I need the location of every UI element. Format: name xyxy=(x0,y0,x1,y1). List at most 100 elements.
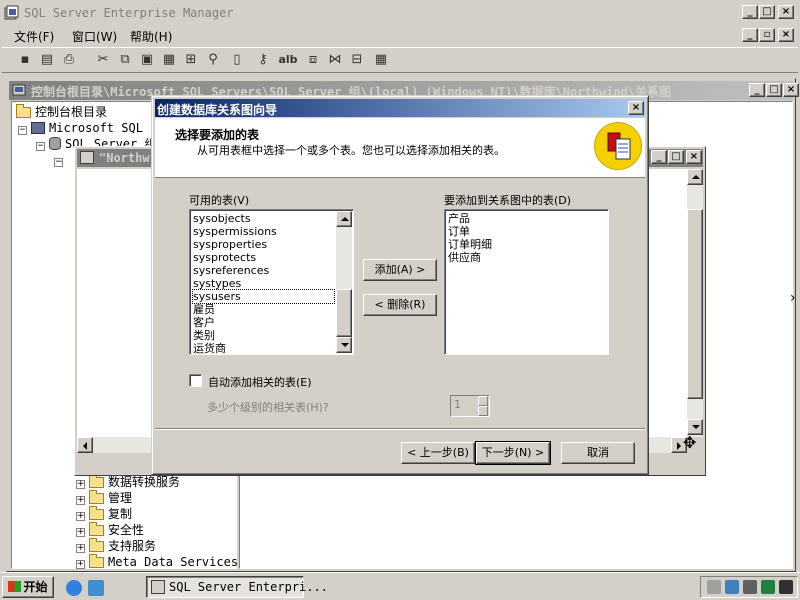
scroll-thumb[interactable] xyxy=(336,289,352,337)
tree-item-security[interactable]: + 安全性 xyxy=(76,522,144,538)
available-tables-label: 可用的表(V) xyxy=(189,194,250,207)
scroll-up-button[interactable] xyxy=(687,169,703,185)
sql-agent-tray-icon[interactable] xyxy=(707,580,721,594)
print-icon[interactable]: ⎙ xyxy=(60,52,78,68)
script-icon[interactable]: ▯ xyxy=(228,52,246,68)
tree-item-dts[interactable]: + 数据转换服务 xyxy=(76,474,180,490)
tree-item-label: 安全性 xyxy=(108,523,145,537)
list-item[interactable]: sysreferences xyxy=(193,264,269,277)
label-icon[interactable]: alb xyxy=(276,52,300,68)
expand-icon[interactable]: + xyxy=(76,480,85,489)
console-maximize-button[interactable]: □ xyxy=(766,83,782,97)
collapse-icon[interactable]: − xyxy=(54,158,63,167)
collapse-icon[interactable]: − xyxy=(18,126,27,135)
diagram-vertical-scrollbar[interactable] xyxy=(687,169,703,437)
tree-item-label: 支持服务 xyxy=(108,539,157,553)
outlook-icon[interactable] xyxy=(88,580,104,596)
menu-help[interactable]: 帮助(H) xyxy=(130,28,172,45)
list-item[interactable]: 雇员 xyxy=(193,303,215,316)
tree-item-meta-data[interactable]: + Meta Data Services xyxy=(76,554,238,570)
mdi-minimize-button[interactable]: _ xyxy=(742,28,758,42)
spin-up-button[interactable] xyxy=(478,396,488,406)
nw-maximize-button[interactable]: □ xyxy=(668,150,684,164)
list-item[interactable]: 客户 xyxy=(193,316,215,329)
dialog-close-button[interactable]: × xyxy=(628,101,644,115)
mdi-restore-button[interactable]: ▫ xyxy=(759,28,775,42)
menu-window[interactable]: 窗口(W) xyxy=(72,28,117,45)
tree-item-root[interactable]: 控制台根目录 xyxy=(16,104,107,120)
tree-item-label: 复制 xyxy=(108,507,133,521)
auto-add-checkbox[interactable] xyxy=(189,374,202,387)
console-close-button[interactable]: × xyxy=(783,83,799,97)
start-button[interactable]: 开始 xyxy=(2,576,54,598)
auto-add-label[interactable]: 自动添加相关的表(E) xyxy=(208,374,312,390)
volume-tray-icon[interactable] xyxy=(743,580,757,594)
close-button[interactable]: × xyxy=(778,5,794,19)
scroll-left-button[interactable] xyxy=(77,437,93,453)
tree-item-collapsed[interactable]: − xyxy=(54,152,67,168)
cut-icon[interactable]: ✂ xyxy=(94,52,112,68)
expand-icon[interactable]: + xyxy=(76,496,85,505)
maximize-button[interactable]: □ xyxy=(759,5,775,19)
tree-item-management[interactable]: + 管理 xyxy=(76,490,132,506)
list-item[interactable]: sysobjects xyxy=(193,212,251,225)
list-item[interactable]: 类别 xyxy=(193,329,215,342)
list-item[interactable]: 订单 xyxy=(448,225,470,238)
spin-down-button[interactable] xyxy=(478,406,488,416)
network-tray-icon[interactable] xyxy=(725,580,739,594)
move-cursor-icon: ✥ xyxy=(683,433,697,452)
scroll-thumb[interactable] xyxy=(687,209,703,399)
add-related-icon[interactable]: ⊞ xyxy=(182,52,200,68)
monitor-tray-icon[interactable] xyxy=(761,580,775,594)
zoom-icon[interactable]: ▦ xyxy=(372,52,390,68)
back-button[interactable]: < 上一步(B) xyxy=(401,442,475,464)
selected-tables-list[interactable]: 产品 订单 订单明细 供应商 xyxy=(444,209,609,355)
remove-button[interactable]: < 删除(R) xyxy=(363,294,437,316)
properties-icon[interactable]: ▤ xyxy=(38,52,56,68)
expand-icon[interactable]: + xyxy=(76,560,85,569)
paste-icon[interactable]: ▣ xyxy=(138,52,156,68)
scroll-down-button[interactable] xyxy=(336,337,352,353)
save-icon[interactable]: ▪ xyxy=(16,52,34,68)
folder-icon xyxy=(89,538,104,552)
taskbar-app-button[interactable]: SQL Server Enterpri... xyxy=(146,576,328,598)
mdi-close-button[interactable]: × xyxy=(778,28,794,42)
find-icon[interactable]: ⚲ xyxy=(204,52,222,68)
header-subtitle: 从可用表框中选择一个或多个表。您也可以选择添加相关的表。 xyxy=(197,144,505,157)
list-item[interactable]: systypes xyxy=(193,277,241,290)
key-icon[interactable]: ⚷ xyxy=(254,52,272,68)
ie-icon[interactable] xyxy=(66,580,82,596)
nw-close-button[interactable]: × xyxy=(686,150,702,164)
list-item[interactable]: 订单明细 xyxy=(448,238,492,251)
list-item[interactable]: sysprotects xyxy=(193,251,256,264)
available-list-scrollbar[interactable] xyxy=(336,211,352,353)
menu-file[interactable]: 文件(F) xyxy=(14,28,54,45)
copy-icon[interactable]: ⧉ xyxy=(116,52,134,68)
tree-item-sql-servers[interactable]: − Microsoft SQL Ser xyxy=(18,120,172,136)
list-item[interactable]: sysproperties xyxy=(193,238,267,251)
autosize-icon[interactable]: ⋈ xyxy=(326,52,344,68)
list-item[interactable]: 产品 xyxy=(448,212,470,225)
expand-icon[interactable]: + xyxy=(76,512,85,521)
list-item[interactable]: syspermissions xyxy=(193,225,277,238)
list-item[interactable]: 供应商 xyxy=(448,251,481,264)
minimize-button[interactable]: _ xyxy=(742,5,758,19)
new-table-icon[interactable]: ▦ xyxy=(160,52,178,68)
list-item-focused[interactable]: sysusers xyxy=(192,289,335,304)
expand-icon[interactable]: + xyxy=(76,544,85,553)
cancel-button[interactable]: 取消 xyxy=(561,442,635,464)
nw-minimize-button[interactable]: _ xyxy=(651,150,667,164)
arrange-icon[interactable]: ⧈ xyxy=(304,52,322,68)
next-button[interactable]: 下一步(N) > xyxy=(475,441,551,465)
tree-item-support-services[interactable]: + 支持服务 xyxy=(76,538,156,554)
expand-icon[interactable]: + xyxy=(76,528,85,537)
list-item[interactable]: 运货商 xyxy=(193,342,226,354)
console-minimize-button[interactable]: _ xyxy=(749,83,765,97)
scroll-up-button[interactable] xyxy=(336,211,352,227)
page-break-icon[interactable]: ⊟ xyxy=(348,52,366,68)
tree-item-replication[interactable]: + 复制 xyxy=(76,506,132,522)
available-tables-list[interactable]: sysobjects syspermissions sysproperties … xyxy=(189,209,354,355)
add-button[interactable]: 添加(A) > xyxy=(363,259,437,281)
server-tray-icon[interactable] xyxy=(779,580,793,594)
collapse-icon[interactable]: − xyxy=(36,142,45,151)
